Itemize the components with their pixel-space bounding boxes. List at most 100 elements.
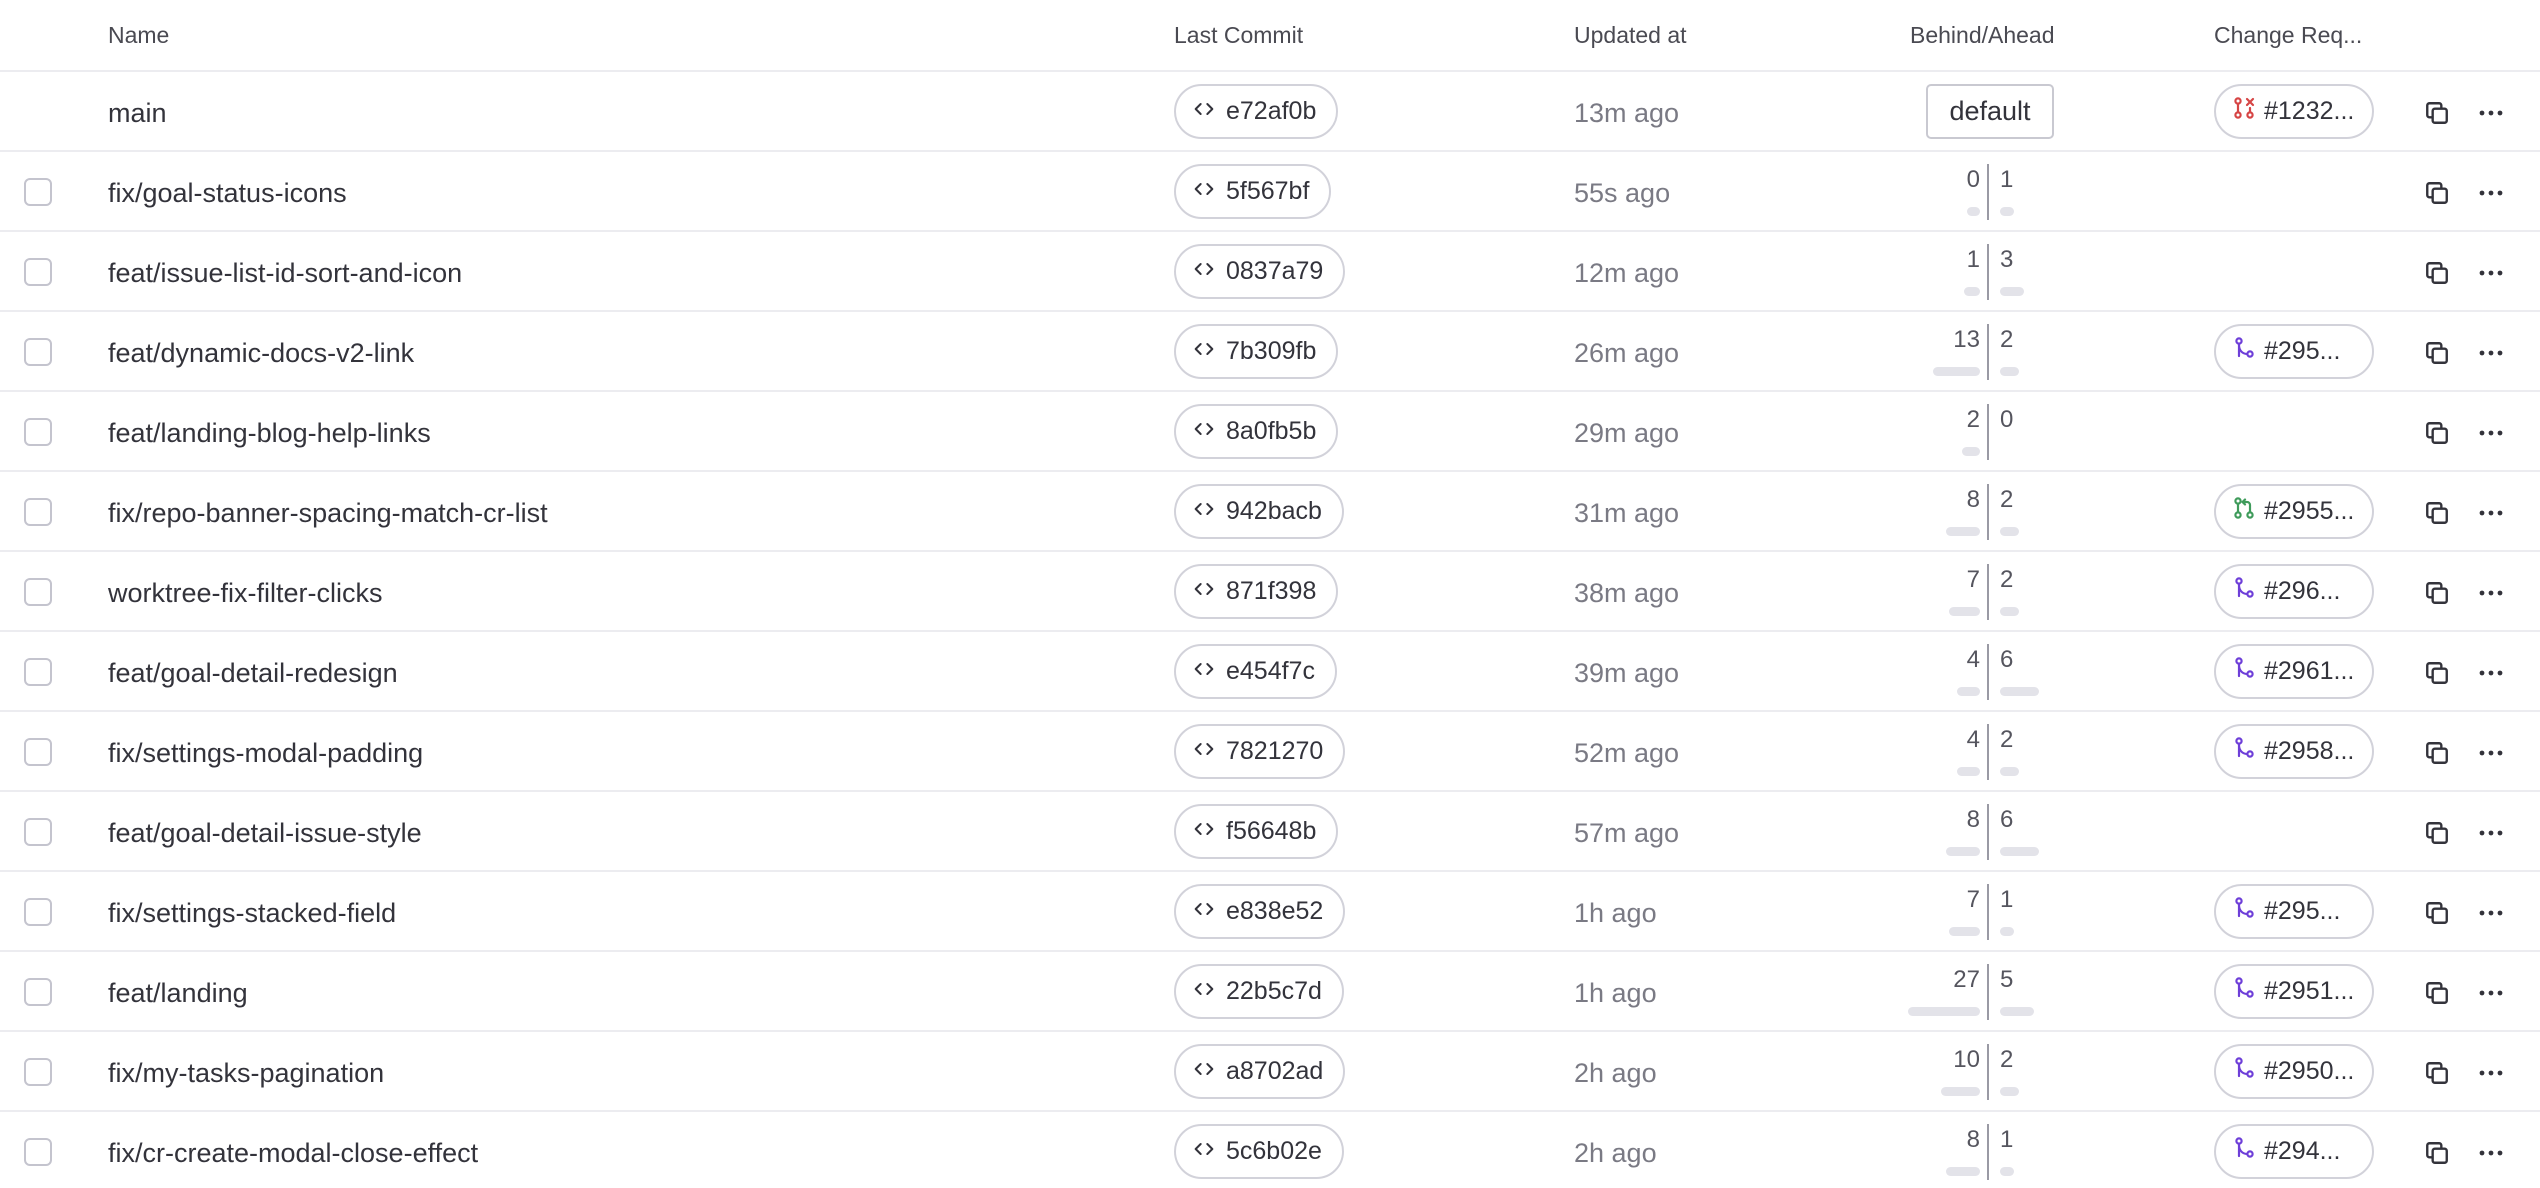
table-row[interactable]: worktree-fix-filter-clicks 871f398 38m ago… — [0, 552, 2540, 632]
branch-name[interactable]: fix/goal-status-icons — [108, 178, 347, 209]
commit-badge[interactable]: f56648b — [1174, 804, 1339, 859]
branch-name[interactable]: fix/settings-modal-padding — [108, 738, 423, 769]
commit-badge[interactable]: 8a0fb5b — [1174, 404, 1339, 459]
more-icon[interactable] — [2478, 750, 2504, 756]
commit-badge[interactable]: 22b5c7d — [1174, 964, 1344, 1019]
table-row[interactable]: feat/issue-list-id-sort-and-icon 0837a79 1… — [0, 232, 2540, 312]
column-header-updated-at[interactable]: Updated at — [1574, 22, 1687, 49]
column-header-change-requests[interactable]: Change Req... — [2214, 22, 2362, 49]
branch-name[interactable]: fix/repo-banner-spacing-match-cr-list — [108, 498, 548, 529]
row-checkbox[interactable] — [24, 738, 52, 766]
commit-badge[interactable]: 942bacb — [1174, 484, 1344, 539]
change-request-badge[interactable]: #294... — [2214, 1124, 2374, 1179]
table-row[interactable]: feat/dynamic-docs-v2-link 7b309fb 26m ago 1… — [0, 312, 2540, 392]
branch-name[interactable]: main — [108, 98, 167, 129]
copy-icon[interactable] — [2424, 980, 2450, 1006]
branch-name[interactable]: fix/cr-create-modal-close-effect — [108, 1138, 478, 1169]
row-checkbox[interactable] — [24, 498, 52, 526]
more-icon[interactable] — [2478, 830, 2504, 836]
commit-badge[interactable]: 871f398 — [1174, 564, 1339, 619]
change-request-badge[interactable]: #296... — [2214, 564, 2374, 619]
column-header-last-commit[interactable]: Last Commit — [1174, 22, 1303, 49]
branch-name[interactable]: feat/dynamic-docs-v2-link — [108, 338, 414, 369]
copy-icon[interactable] — [2424, 260, 2450, 286]
change-request-badge[interactable]: #2955... — [2214, 484, 2374, 539]
branch-name[interactable]: fix/my-tasks-pagination — [108, 1058, 384, 1089]
change-request-badge[interactable]: #2958... — [2214, 724, 2374, 779]
copy-icon[interactable] — [2424, 100, 2450, 126]
commit-badge[interactable]: e838e52 — [1174, 884, 1346, 939]
copy-icon[interactable] — [2424, 340, 2450, 366]
more-icon[interactable] — [2478, 350, 2504, 356]
commit-badge[interactable]: 5f567bf — [1174, 164, 1332, 219]
more-icon[interactable] — [2478, 110, 2504, 116]
table-row[interactable]: fix/cr-create-modal-close-effect 5c6b02e 2… — [0, 1112, 2540, 1188]
change-request-badge[interactable]: #295... — [2214, 884, 2374, 939]
row-checkbox[interactable] — [24, 418, 52, 446]
branch-name[interactable]: feat/landing — [108, 978, 248, 1009]
table-row[interactable]: feat/goal-detail-redesign e454f7c 39m ago 4… — [0, 632, 2540, 712]
table-row[interactable]: fix/my-tasks-pagination a8702ad 2h ago 10 2 #… — [0, 1032, 2540, 1112]
more-icon[interactable] — [2478, 270, 2504, 276]
table-row[interactable]: feat/landing 22b5c7d 1h ago 27 5 #2951... — [0, 952, 2540, 1032]
row-checkbox[interactable] — [24, 1138, 52, 1166]
row-checkbox[interactable] — [24, 978, 52, 1006]
copy-icon[interactable] — [2424, 740, 2450, 766]
table-row[interactable]: fix/repo-banner-spacing-match-cr-list 942… — [0, 472, 2540, 552]
branch-name[interactable]: feat/issue-list-id-sort-and-icon — [108, 258, 462, 289]
change-request-badge[interactable]: #2961... — [2214, 644, 2374, 699]
more-icon[interactable] — [2478, 1070, 2504, 1076]
row-checkbox[interactable] — [24, 178, 52, 206]
table-row[interactable]: fix/goal-status-icons 5f567bf 55s ago 0 1 — [0, 152, 2540, 232]
commit-badge[interactable]: a8702ad — [1174, 1044, 1346, 1099]
row-checkbox[interactable] — [24, 818, 52, 846]
copy-icon[interactable] — [2424, 1140, 2450, 1166]
table-row[interactable]: main e72af0b 13m ago default #1232... — [0, 72, 2540, 152]
commit-badge[interactable]: 7821270 — [1174, 724, 1346, 779]
more-icon[interactable] — [2478, 1150, 2504, 1156]
table-row[interactable]: fix/settings-modal-padding 7821270 52m ago… — [0, 712, 2540, 792]
branch-name[interactable]: worktree-fix-filter-clicks — [108, 578, 383, 609]
copy-icon[interactable] — [2424, 820, 2450, 846]
branch-name[interactable]: feat/landing-blog-help-links — [108, 418, 431, 449]
copy-icon[interactable] — [2424, 180, 2450, 206]
table-row[interactable]: feat/landing-blog-help-links 8a0fb5b 29m a… — [0, 392, 2540, 472]
row-checkbox[interactable] — [24, 338, 52, 366]
change-request-badge[interactable]: #295... — [2214, 324, 2374, 379]
more-icon[interactable] — [2478, 430, 2504, 436]
change-request-badge[interactable]: #1232... — [2214, 84, 2374, 139]
table-row[interactable]: feat/goal-detail-issue-style f56648b 57m a… — [0, 792, 2540, 872]
branch-name[interactable]: feat/goal-detail-issue-style — [108, 818, 422, 849]
copy-icon[interactable] — [2424, 580, 2450, 606]
more-icon[interactable] — [2478, 990, 2504, 996]
commit-badge[interactable]: e72af0b — [1174, 84, 1339, 139]
table-row[interactable]: fix/settings-stacked-field e838e52 1h ago 7… — [0, 872, 2540, 952]
row-checkbox[interactable] — [24, 1058, 52, 1086]
more-icon[interactable] — [2478, 510, 2504, 516]
more-icon[interactable] — [2478, 670, 2504, 676]
branch-name[interactable]: feat/goal-detail-redesign — [108, 658, 398, 689]
branch-name[interactable]: fix/settings-stacked-field — [108, 898, 396, 929]
commit-badge[interactable]: 5c6b02e — [1174, 1124, 1344, 1179]
more-icon[interactable] — [2478, 590, 2504, 596]
default-badge[interactable]: default — [1926, 84, 2054, 139]
change-request-badge[interactable]: #2951... — [2214, 964, 2374, 1019]
row-checkbox[interactable] — [24, 658, 52, 686]
column-header-behind-ahead[interactable]: Behind/Ahead — [1910, 22, 2055, 49]
row-checkbox[interactable] — [24, 578, 52, 606]
more-icon[interactable] — [2478, 910, 2504, 916]
row-checkbox[interactable] — [24, 898, 52, 926]
copy-icon[interactable] — [2424, 1060, 2450, 1086]
commit-badge[interactable]: e454f7c — [1174, 644, 1337, 699]
copy-icon[interactable] — [2424, 900, 2450, 926]
copy-icon[interactable] — [2424, 420, 2450, 446]
copy-icon[interactable] — [2424, 660, 2450, 686]
commit-badge[interactable]: 0837a79 — [1174, 244, 1346, 299]
row-checkbox[interactable] — [24, 258, 52, 286]
commit-badge[interactable]: 7b309fb — [1174, 324, 1339, 379]
column-header-name[interactable]: Name — [108, 22, 169, 49]
change-request-badge[interactable]: #2950... — [2214, 1044, 2374, 1099]
more-icon[interactable] — [2478, 190, 2504, 196]
behind-ahead-divider — [1987, 804, 1989, 860]
copy-icon[interactable] — [2424, 500, 2450, 526]
